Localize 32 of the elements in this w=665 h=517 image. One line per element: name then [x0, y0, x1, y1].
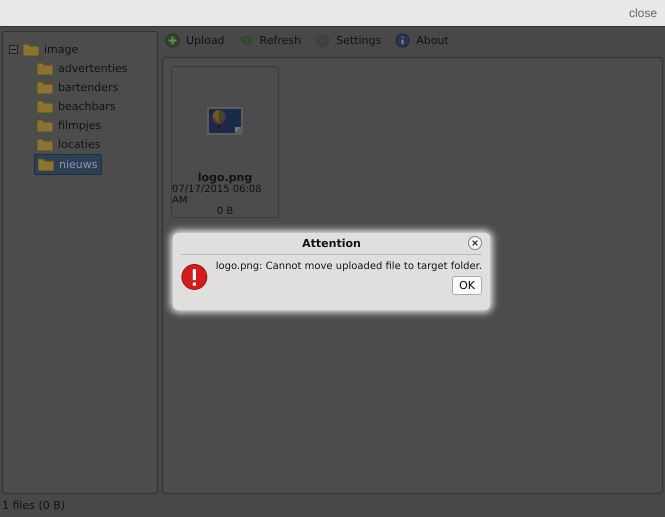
file-size: 0 B	[216, 206, 234, 217]
info-icon	[395, 33, 410, 48]
folder-icon	[37, 62, 53, 75]
close-link[interactable]: close	[628, 6, 657, 20]
dialog-title: Attention	[302, 237, 361, 250]
file-tile[interactable]: logo.png 07/17/2015 06:08 AM 0 B	[171, 66, 279, 218]
tree-item-label: nieuws	[59, 158, 98, 171]
file-name: logo.png	[198, 170, 252, 184]
dialog-message: logo.png: Cannot move uploaded file to target folder.	[216, 261, 482, 272]
tree-item[interactable]: image	[44, 42, 78, 56]
folder-icon	[37, 100, 53, 113]
folder-icon	[37, 80, 53, 94]
folder-icon	[23, 42, 39, 56]
settings-button[interactable]: Settings	[315, 33, 382, 48]
tree-item[interactable]: bartenders	[58, 80, 118, 94]
tree-item[interactable]: advertenties	[58, 62, 128, 75]
selected-tree-item[interactable]: nieuws	[34, 154, 102, 175]
about-button[interactable]: About	[395, 33, 449, 48]
folder-icon	[38, 158, 54, 171]
folder-icon	[37, 118, 53, 132]
tree-item[interactable]: beachbars	[58, 100, 116, 113]
file-date: 07/17/2015 06:08 AM	[172, 184, 263, 206]
tree-item[interactable]: filmpjes	[58, 118, 102, 132]
tree-item[interactable]: locaties	[58, 138, 100, 151]
ok-button[interactable]: OK	[452, 276, 482, 295]
close-icon[interactable]	[468, 236, 482, 250]
upload-button[interactable]: Upload	[165, 33, 225, 48]
error-icon	[181, 261, 208, 293]
folder-icon	[37, 138, 53, 151]
refresh-button[interactable]: Refresh	[238, 33, 302, 48]
collapse-icon[interactable]	[9, 44, 18, 54]
plus-icon	[165, 33, 180, 48]
